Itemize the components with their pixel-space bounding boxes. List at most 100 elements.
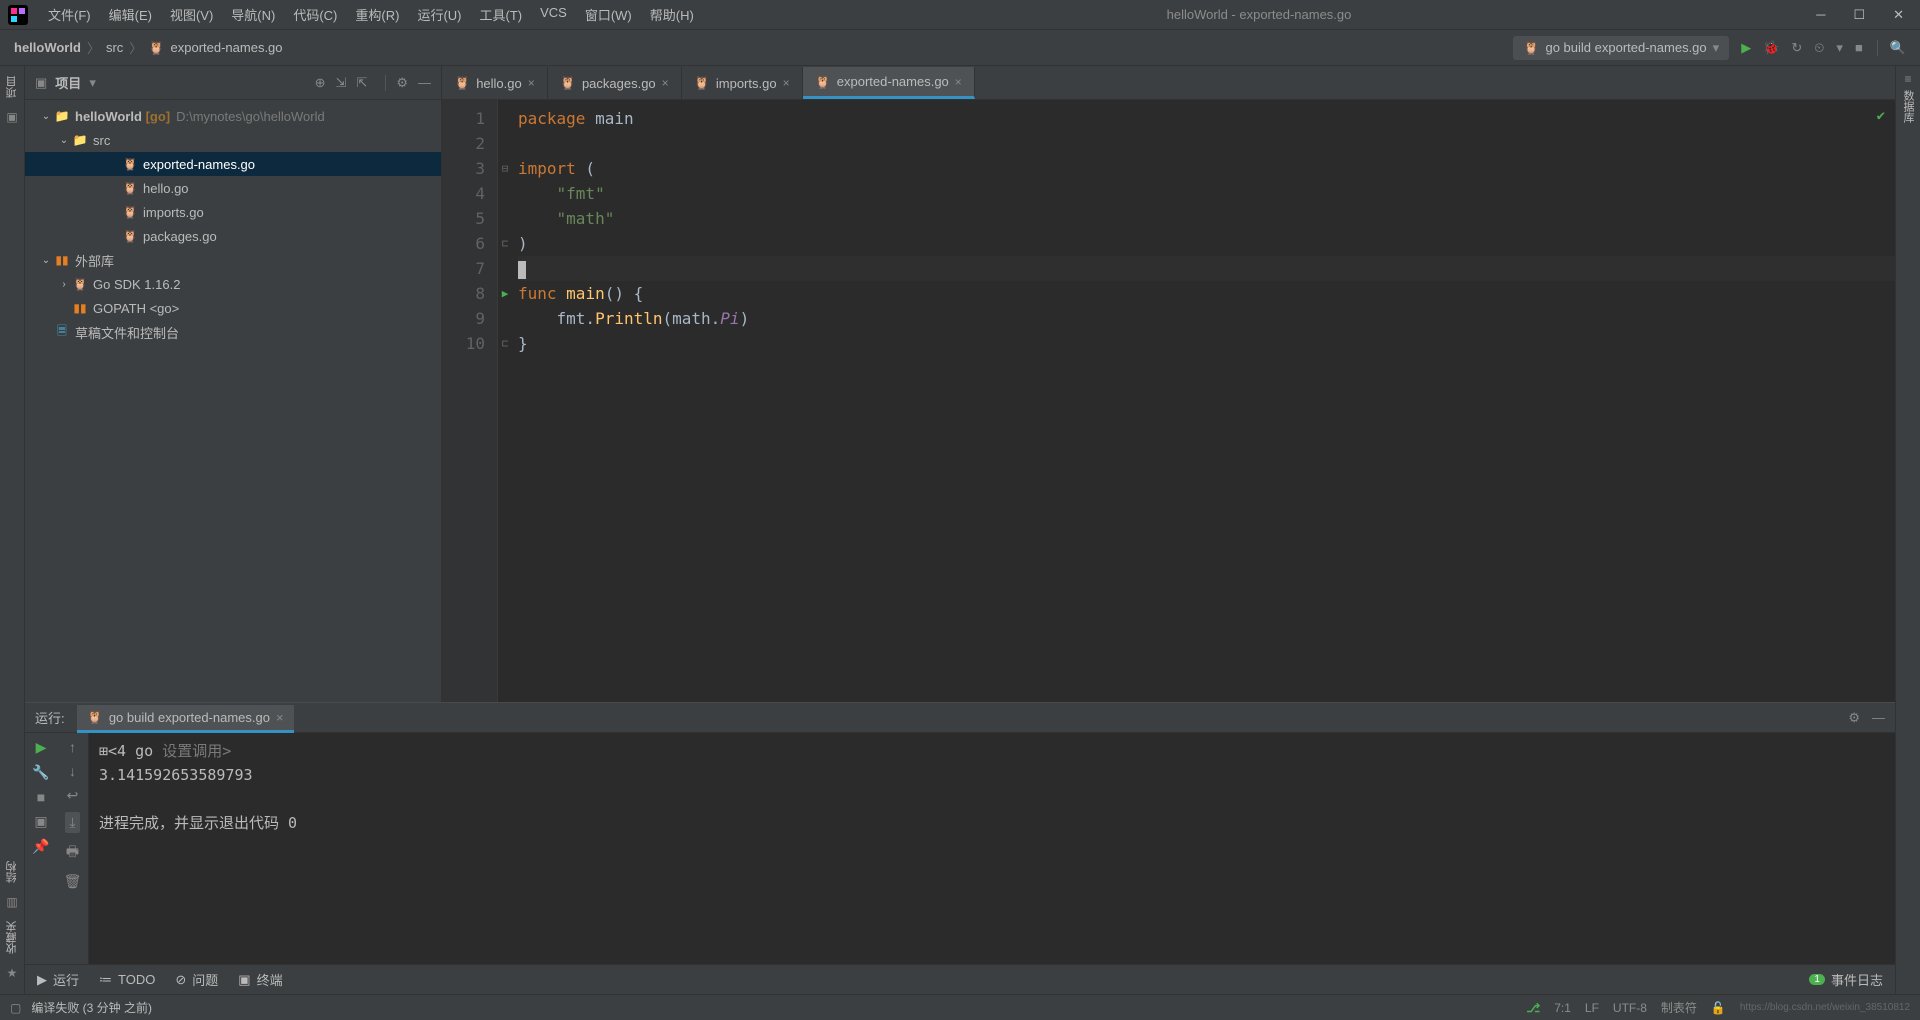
wrench-icon[interactable]: 🔧 <box>32 764 49 781</box>
fold-column: ⊟⊏▶⊏ <box>498 100 512 702</box>
tree-root[interactable]: ⌄ 📁 helloWorld [go] D:\mynotes\go\helloW… <box>25 104 441 128</box>
search-everywhere-icon[interactable]: 🔍 <box>1877 40 1906 56</box>
chevron-down-icon: ▾ <box>1713 40 1720 56</box>
collapse-all-icon[interactable]: ⇱ <box>356 75 367 91</box>
editor-tab[interactable]: 🦉 imports.go × <box>682 67 803 99</box>
expand-all-icon[interactable]: ⇲ <box>336 75 347 91</box>
tree-file[interactable]: · packages.go <box>25 224 441 248</box>
tab-label: imports.go <box>716 76 777 91</box>
print-icon[interactable]: 🖶 <box>66 841 79 865</box>
tree-external-libs[interactable]: ⌄▮▮ 外部库 <box>25 248 441 272</box>
git-branch-icon[interactable]: ⎇ <box>1526 1001 1540 1015</box>
scroll-end-icon[interactable]: ⤓ <box>65 812 79 833</box>
editor-tab[interactable]: 🦉 hello.go × <box>442 67 548 99</box>
right-tool-strip: ≡ 数据库 <box>1895 66 1920 994</box>
tree-file[interactable]: · exported-names.go <box>25 152 441 176</box>
bottom-tab-events[interactable]: 1 事件日志 <box>1809 970 1883 989</box>
event-count-badge: 1 <box>1809 974 1825 985</box>
menu-view[interactable]: 视图(V) <box>162 1 221 28</box>
tree-folder-src[interactable]: ⌄📁 src <box>25 128 441 152</box>
bottom-tab-run[interactable]: ▶运行 <box>37 970 79 989</box>
database-icon: ≡ <box>1904 72 1911 86</box>
caret-position[interactable]: 7:1 <box>1554 1001 1571 1015</box>
gear-icon[interactable]: ⚙ <box>396 75 408 91</box>
stop-run-button[interactable]: ■ <box>37 789 45 805</box>
menu-nav[interactable]: 导航(N) <box>223 1 283 28</box>
folder-icon: ▣ <box>35 75 47 91</box>
rerun-button[interactable]: ▶ <box>36 739 47 756</box>
sidebar-tab-database[interactable]: 数据库 <box>1900 86 1916 127</box>
tree-root-badge: [go] <box>146 109 171 124</box>
maximize-icon[interactable]: ☐ <box>1853 7 1865 23</box>
indent-setting[interactable]: 制表符 <box>1661 999 1697 1016</box>
tree-scratches[interactable]: ·🗏 草稿文件和控制台 <box>25 320 441 344</box>
project-tree[interactable]: ⌄ 📁 helloWorld [go] D:\mynotes\go\helloW… <box>25 100 441 702</box>
run-config-selector[interactable]: 🦉 go build exported-names.go ▾ <box>1513 36 1729 60</box>
line-separator[interactable]: LF <box>1585 1001 1599 1015</box>
tree-gopath[interactable]: ·▮▮ GOPATH <go> <box>25 296 441 320</box>
close-tab-icon[interactable]: × <box>662 76 669 90</box>
up-icon[interactable]: ↑ <box>69 739 76 755</box>
run-button[interactable]: ▶ <box>1741 40 1751 56</box>
tab-label: packages.go <box>582 76 656 91</box>
status-icon: ▢ <box>10 1001 21 1015</box>
debug-button[interactable]: 🐞 <box>1763 40 1779 56</box>
menu-window[interactable]: 窗口(W) <box>577 1 640 28</box>
editor-tab[interactable]: 🦉 packages.go × <box>548 67 682 99</box>
file-encoding[interactable]: UTF-8 <box>1613 1001 1647 1015</box>
close-icon[interactable]: ✕ <box>1893 7 1904 23</box>
sidebar-tab-project[interactable]: 项目 <box>4 72 20 102</box>
bottom-tab-terminal[interactable]: ▣终端 <box>238 970 282 989</box>
layout-icon[interactable]: ▣ <box>34 813 47 830</box>
stop-button[interactable]: ■ <box>1855 40 1863 55</box>
go-file-icon: 🦉 <box>87 709 103 725</box>
minimize-icon[interactable]: ─ <box>1816 7 1825 23</box>
profile-button[interactable]: ⏲ <box>1814 40 1824 56</box>
coverage-button[interactable]: ↻ <box>1791 40 1802 56</box>
sidebar-tab-favorites[interactable]: 收藏夹 <box>4 917 20 958</box>
menu-help[interactable]: 帮助(H) <box>642 1 702 28</box>
trash-icon[interactable]: 🗑 <box>64 873 82 890</box>
run-output[interactable]: ⊞<4 go 设置调用> 3.141592653589793 进程完成，并显示退… <box>89 733 1895 964</box>
breadcrumb-file[interactable]: exported-names.go <box>171 40 283 55</box>
tree-sdk[interactable]: › Go SDK 1.16.2 <box>25 272 441 296</box>
navigation-bar: helloWorld 〉 src 〉 🦉 exported-names.go 🦉… <box>0 30 1920 66</box>
gear-icon[interactable]: ⚙ <box>1848 710 1860 726</box>
dropdown-icon[interactable]: ▾ <box>1836 40 1843 56</box>
watermark: https://blog.csdn.net/weixin_38510812 <box>1740 1002 1910 1013</box>
close-tab-icon[interactable]: × <box>955 75 962 89</box>
pin-icon[interactable]: 📌 <box>32 838 49 855</box>
status-message[interactable]: 编译失败 (3 分钟 之前) <box>31 999 152 1016</box>
wrap-icon[interactable]: ↩ <box>67 787 79 804</box>
tree-file[interactable]: · imports.go <box>25 200 441 224</box>
hide-panel-icon[interactable]: — <box>1872 710 1885 725</box>
go-file-icon: 🦉 <box>560 75 576 91</box>
menu-file[interactable]: 文件(F) <box>40 1 99 28</box>
menu-tools[interactable]: 工具(T) <box>471 1 530 28</box>
bottom-tab-problems[interactable]: ⊘问题 <box>175 970 218 989</box>
menu-code[interactable]: 代码(C) <box>285 1 345 28</box>
locate-icon[interactable]: ⊕ <box>315 75 326 91</box>
close-tab-icon[interactable]: × <box>783 76 790 90</box>
breadcrumb-src[interactable]: src <box>106 40 123 55</box>
menu-run[interactable]: 运行(U) <box>409 1 469 28</box>
bottom-tab-todo[interactable]: ≔TODO <box>99 972 155 988</box>
terminal-icon: ▣ <box>238 972 250 988</box>
menu-edit[interactable]: 编辑(E) <box>101 1 160 28</box>
chevron-down-icon[interactable]: ▾ <box>89 75 96 91</box>
status-bar: ▢ 编译失败 (3 分钟 之前) ⎇ 7:1 LF UTF-8 制表符 🔓 ht… <box>0 994 1920 1020</box>
sidebar-tab-structure[interactable]: 结构 <box>4 857 20 887</box>
down-icon[interactable]: ↓ <box>69 763 76 779</box>
code-content[interactable]: package main import ( "fmt" "math" ) fun… <box>512 100 1895 702</box>
run-panel-tab[interactable]: 🦉 go build exported-names.go × <box>77 705 294 733</box>
menu-refactor[interactable]: 重构(R) <box>347 1 407 28</box>
code-area[interactable]: ✔ 12345678910 ⊟⊏▶⊏ package main import (… <box>442 100 1895 702</box>
hide-panel-icon[interactable]: — <box>418 75 431 91</box>
lock-icon[interactable]: 🔓 <box>1711 1001 1726 1015</box>
menu-vcs[interactable]: VCS <box>532 1 575 28</box>
breadcrumb-root[interactable]: helloWorld <box>14 40 81 55</box>
editor-tab[interactable]: 🦉 exported-names.go × <box>803 67 975 99</box>
tree-file[interactable]: · hello.go <box>25 176 441 200</box>
close-tab-icon[interactable]: × <box>276 710 284 725</box>
close-tab-icon[interactable]: × <box>528 76 535 90</box>
